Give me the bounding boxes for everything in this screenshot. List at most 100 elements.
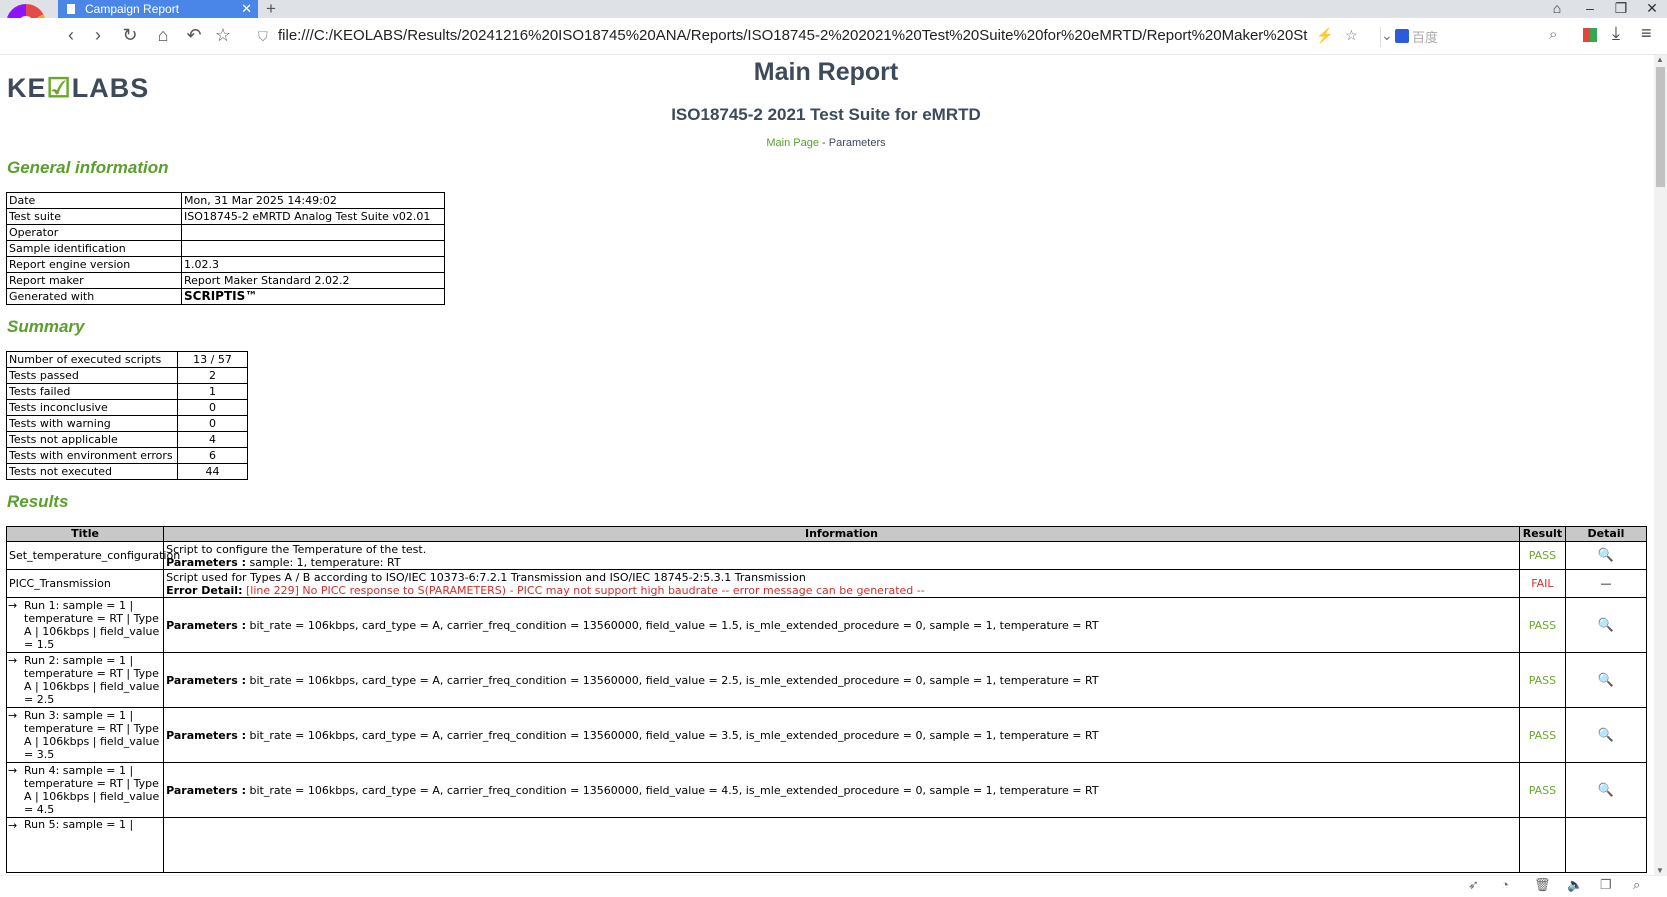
magnifier-icon[interactable]: 🔍 xyxy=(1564,597,1648,653)
shirt-icon[interactable]: ⌂ xyxy=(1546,0,1568,16)
magnifier-icon[interactable]: 🔍 xyxy=(1564,541,1648,570)
volume-icon[interactable]: 🔈 xyxy=(1567,877,1583,893)
main-page-link[interactable]: Main Page xyxy=(766,137,819,149)
restore-button[interactable]: ❐ xyxy=(1610,0,1632,16)
params-label: Parameters : xyxy=(166,618,246,632)
row-value xyxy=(181,224,445,241)
reload-icon[interactable]: ↻ xyxy=(119,25,141,46)
back-icon[interactable]: ‹ xyxy=(60,25,82,46)
row-value: Report Maker Standard 2.02.2 xyxy=(181,272,445,289)
params-text: bit_rate = 106kbps, card_type = A, carri… xyxy=(245,783,1099,797)
baidu-icon[interactable] xyxy=(1395,29,1409,43)
result-status: FAIL xyxy=(1518,569,1566,598)
row-value: 0 xyxy=(177,399,248,416)
home-icon[interactable]: ⌂ xyxy=(152,25,174,46)
table-row: Report maker Report Maker Standard 2.02.2 xyxy=(6,272,445,289)
arrow-icon: → xyxy=(8,599,18,612)
tab-campaign-report[interactable]: Campaign Report ✕ xyxy=(58,0,258,18)
table-row: Tests failed 1 xyxy=(6,383,248,400)
menu-icon[interactable]: ≡ xyxy=(1641,23,1652,44)
row-value: 13 / 57 xyxy=(177,351,248,368)
forward-icon[interactable]: › xyxy=(87,25,109,46)
row-value xyxy=(181,240,445,257)
minimize-button[interactable]: – xyxy=(1579,0,1601,16)
trash-icon[interactable]: 🗑 xyxy=(1534,877,1551,893)
column-header-title: Title xyxy=(5,526,165,542)
table-header-row: Title Information Result Detail xyxy=(5,526,1648,542)
table-row: Tests not applicable 4 xyxy=(6,431,248,448)
close-window-button[interactable]: ✕ xyxy=(1641,0,1663,16)
run-title-cell: → Run 2: sample = 1 | temperature = RT | … xyxy=(5,652,165,708)
table-row: → Run 5: sample = 1 | xyxy=(5,817,1648,873)
page-title: Main Report xyxy=(753,58,899,86)
divider xyxy=(1380,27,1381,47)
result-status: PASS xyxy=(1518,707,1566,763)
search-icon[interactable]: ⌕ xyxy=(1549,26,1557,43)
lightning-icon[interactable]: ⚡ xyxy=(1316,27,1333,43)
download-icon[interactable]: ⤓ xyxy=(1612,23,1620,44)
table-row: Tests passed 2 xyxy=(6,367,248,384)
rocket-icon[interactable]: ➶ xyxy=(1468,877,1479,893)
params-text: bit_rate = 106kbps, card_type = A, carri… xyxy=(245,673,1099,687)
row-value: 0 xyxy=(177,415,248,432)
arrow-icon: → xyxy=(8,819,18,832)
row-value: 2 xyxy=(177,367,248,384)
summary-table: Number of executed scripts 13 / 57 Tests … xyxy=(6,351,248,480)
scrollbar-thumb[interactable] xyxy=(1656,67,1665,187)
result-info: Parameters : bit_rate = 106kbps, card_ty… xyxy=(163,762,1520,818)
table-row: Tests inconclusive 0 xyxy=(6,399,248,416)
zoom-icon[interactable]: ⌕ xyxy=(1633,877,1640,893)
security-shield-icon[interactable]: ⛉ xyxy=(258,29,268,45)
scroll-up-arrow-icon[interactable]: ▲ xyxy=(1656,55,1664,64)
row-label: Report engine version xyxy=(6,256,182,273)
magnifier-icon[interactable]: 🔍 xyxy=(1564,707,1648,763)
run-title: Run 3: sample = 1 | temperature = RT | T… xyxy=(24,709,160,761)
row-label: Report maker xyxy=(6,272,182,289)
bookmark-icon[interactable]: ☆ xyxy=(212,25,234,46)
run-title: Run 2: sample = 1 | temperature = RT | T… xyxy=(24,654,160,706)
result-info: Script used for Types A / B according to… xyxy=(163,569,1520,598)
table-row: Tests not executed 44 xyxy=(6,463,248,480)
error-text: [line 229] No PICC response to S(PARAMET… xyxy=(242,583,925,597)
row-label: Tests not executed xyxy=(6,463,178,480)
summary-heading: Summary xyxy=(7,317,85,336)
info-text: Script to configure the Temperature of t… xyxy=(166,542,427,556)
run-title-cell: → Run 5: sample = 1 | xyxy=(5,817,165,873)
results-heading: Results xyxy=(7,492,69,511)
magnifier-icon[interactable]: 🔍 xyxy=(1564,652,1648,708)
scroll-down-arrow-icon[interactable]: ▼ xyxy=(1656,866,1664,875)
parameters-link[interactable]: Parameters xyxy=(829,137,886,149)
table-row: Sample identification xyxy=(6,240,445,257)
no-detail-dash: — xyxy=(1564,569,1648,598)
row-value: 4 xyxy=(177,431,248,448)
result-title: PICC_Transmission xyxy=(5,569,165,598)
magnifier-icon[interactable]: 🔍 xyxy=(1564,762,1648,818)
window-icon[interactable]: ❐ xyxy=(1600,877,1612,893)
page-content: KE☑LABS Main Report ISO18745-2 2021 Test… xyxy=(0,55,1652,875)
address-bar[interactable]: file:///C:/KEOLABS/Results/20241216%20IS… xyxy=(278,27,1308,44)
page-links: Main Page - Parameters xyxy=(0,137,1652,149)
undo-close-icon[interactable]: ↶ xyxy=(183,25,205,46)
tab-title: Campaign Report xyxy=(85,2,180,16)
speed-icon[interactable]: ◔ xyxy=(1501,877,1509,892)
row-label: Number of executed scripts xyxy=(6,351,178,368)
chevron-down-icon[interactable]: ⌄ xyxy=(1381,27,1393,43)
tab-close-icon[interactable]: ✕ xyxy=(241,0,252,18)
favorite-star-icon[interactable]: ☆ xyxy=(1345,27,1358,43)
params-text: sample: 1, temperature: RT xyxy=(245,555,401,569)
table-row: Set_temperature_configuration Script to … xyxy=(5,541,1648,570)
general-info-heading: General information xyxy=(7,158,169,177)
table-row: Number of executed scripts 13 / 57 xyxy=(6,351,248,368)
table-row: Date Mon, 31 Mar 2025 14:49:02 xyxy=(6,192,445,209)
table-row: Tests with environment errors 6 xyxy=(6,447,248,464)
search-input[interactable]: 百度 xyxy=(1412,27,1532,46)
row-label: Test suite xyxy=(6,208,182,225)
row-label: Tests not applicable xyxy=(6,431,178,448)
new-tab-button[interactable]: + xyxy=(266,0,276,19)
column-header-information: Information xyxy=(163,526,1520,542)
error-label: Error Detail: xyxy=(166,583,243,597)
table-row: Report engine version 1.02.3 xyxy=(6,256,445,273)
table-row: → Run 3: sample = 1 | temperature = RT | … xyxy=(5,707,1648,763)
apps-icon[interactable] xyxy=(1583,28,1597,42)
run-title-cell: → Run 3: sample = 1 | temperature = RT | … xyxy=(5,707,165,763)
